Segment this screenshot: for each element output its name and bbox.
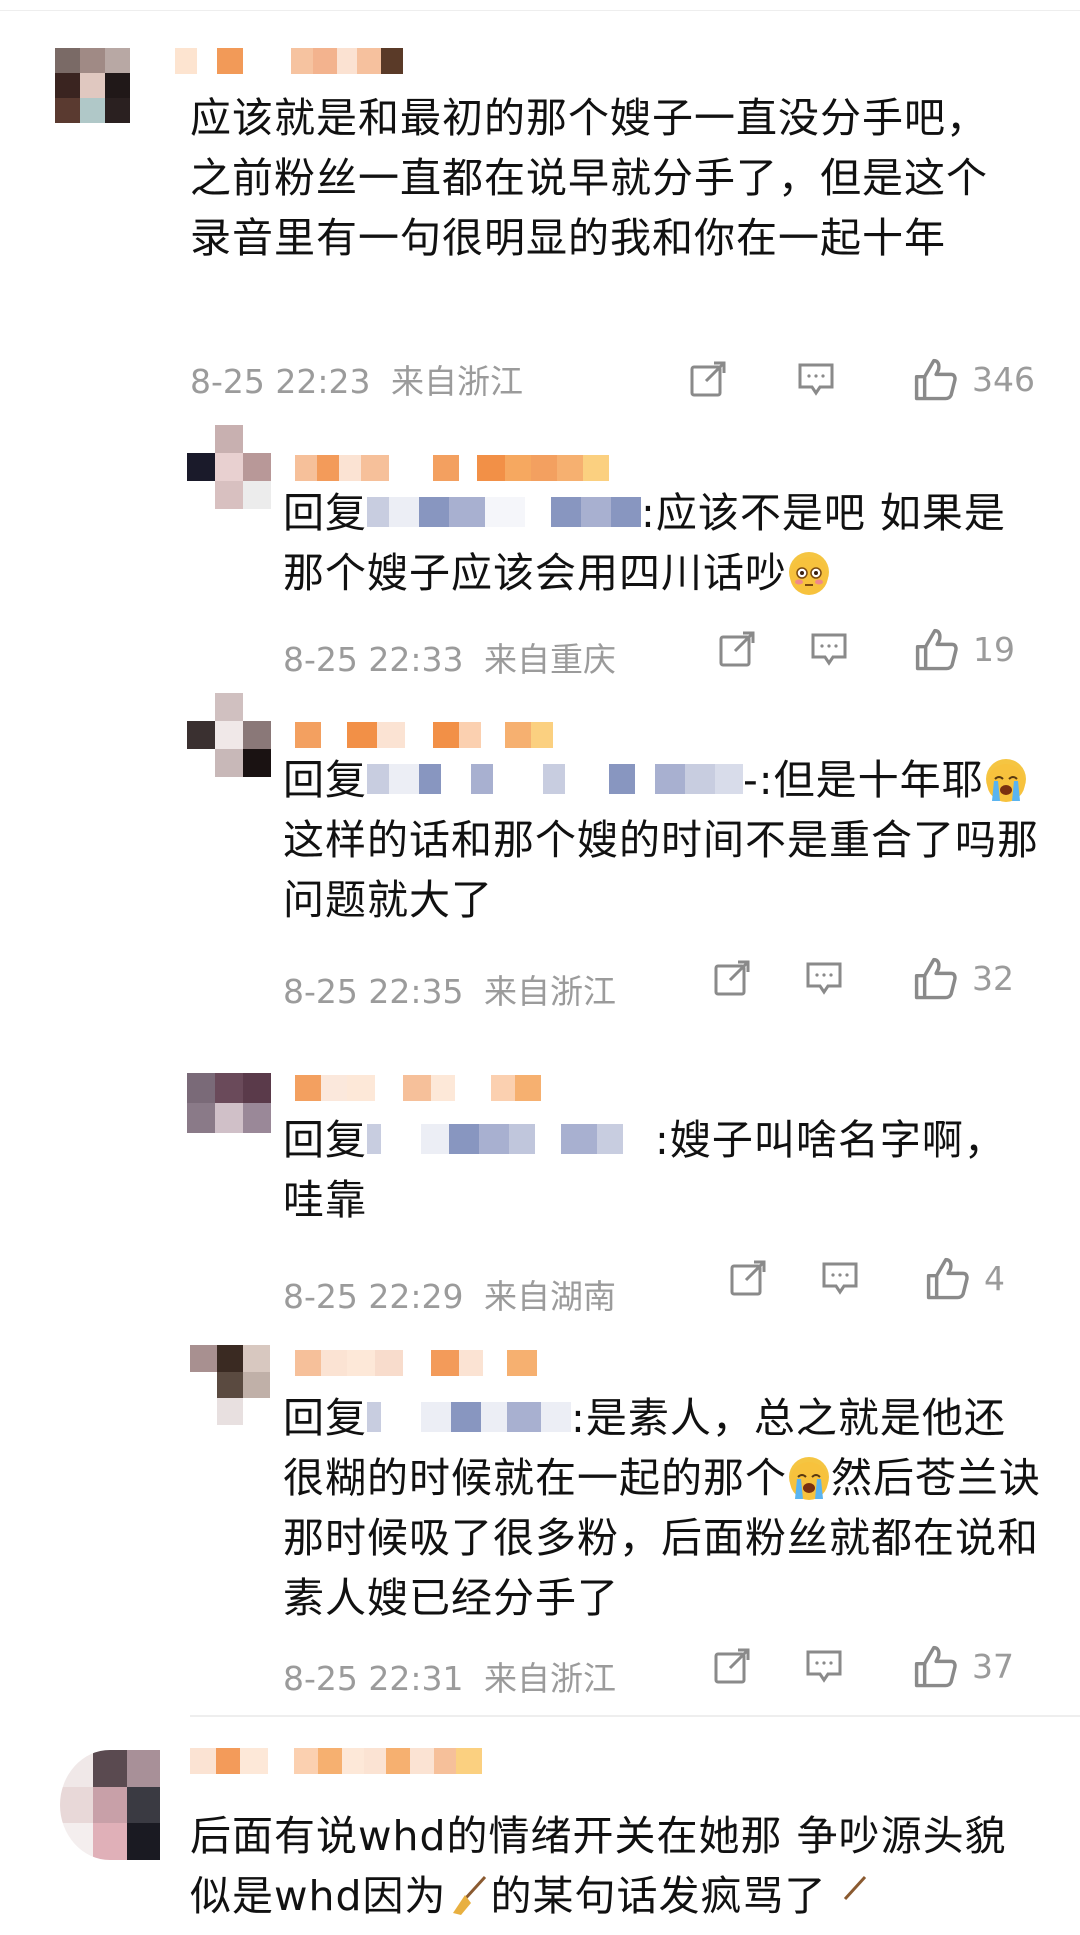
thumbs-up-icon[interactable]: [912, 955, 958, 1001]
comment-actions: 346: [688, 356, 1035, 402]
thumbs-up-icon[interactable]: [912, 1643, 958, 1689]
reply-time: 8-25 22:29: [283, 1277, 464, 1316]
reply-prefix: 回复: [283, 1116, 367, 1164]
reply-text-content-a: -:但是十年耶: [743, 756, 984, 804]
comment-icon[interactable]: [804, 1646, 844, 1686]
reply-meta: 8-25 22:35 来自浙江: [283, 965, 616, 1013]
reply-prefix: 回复: [283, 756, 367, 804]
flushed-face-icon: [789, 552, 829, 595]
avatar[interactable]: [187, 1073, 271, 1133]
comment-icon[interactable]: [804, 958, 844, 998]
broom-icon: [843, 1875, 866, 1901]
username-blurred[interactable]: [190, 1748, 482, 1774]
avatar[interactable]: [187, 425, 271, 509]
username-blurred[interactable]: [175, 48, 403, 74]
avatar[interactable]: [190, 1345, 270, 1425]
like-count: 19: [973, 629, 1015, 669]
thumbs-up-icon[interactable]: [913, 626, 959, 672]
reply-prefix: 回复: [283, 489, 367, 537]
reply-prefix: 回复: [283, 1394, 367, 1442]
share-icon[interactable]: [688, 359, 728, 399]
comment-icon[interactable]: [820, 1258, 860, 1298]
reply-meta: 8-25 22:31 来自浙江: [283, 1652, 616, 1700]
comment-text: 应该就是和最初的那个嫂子一直没分手吧，之前粉丝一直都在说早就分手了，但是这个录音…: [190, 88, 1010, 268]
blurred-username-mention[interactable]: [367, 1124, 655, 1154]
username-blurred[interactable]: [295, 722, 553, 748]
comment-text-content: 应该就是和最初的那个嫂子一直没分手吧，之前粉丝一直都在说早就分手了，但是这个录音…: [190, 94, 988, 262]
broom-icon: [452, 1875, 486, 1915]
reply-text: 回复:应该不是吧 如果是那个嫂子应该会用四川话吵: [283, 483, 1043, 603]
reply-location: 来自浙江: [484, 1659, 616, 1698]
reply-time: 8-25 22:33: [283, 640, 464, 679]
comment-text: 后面有说whd的情绪开关在她那 争吵源头貌似是whd因为 的某句话发疯骂了: [190, 1806, 1040, 1926]
share-icon[interactable]: [712, 1646, 752, 1686]
loudly-crying-face-icon: [985, 759, 1026, 802]
username-blurred[interactable]: [295, 455, 609, 481]
share-icon[interactable]: [712, 958, 752, 998]
reply-actions: 32: [712, 955, 1014, 1001]
reply-location: 来自重庆: [484, 640, 616, 679]
like-count: 4: [984, 1258, 1005, 1298]
comment-icon[interactable]: [796, 359, 836, 399]
reply-actions: 4: [728, 1255, 1005, 1301]
reply-text: 回复:是素人，总之就是他还很糊的时候就在一起的那个 然后苍兰诀那时候吸了很多粉，后…: [283, 1388, 1043, 1628]
reply-location: 来自浙江: [484, 972, 616, 1011]
reply-time: 8-25 22:31: [283, 1659, 464, 1698]
comment-divider: [190, 1715, 1080, 1717]
avatar[interactable]: [55, 48, 130, 123]
reply-meta: 8-25 22:29 来自湖南: [283, 1270, 616, 1318]
reply-actions: 37: [712, 1643, 1014, 1689]
reply-meta: 8-25 22:33 来自重庆: [283, 633, 616, 681]
reply-text: 回复 -:但是十年耶这样的话和那个嫂的时间不是重合了吗那问题就大了: [283, 750, 1063, 930]
share-icon[interactable]: [728, 1258, 768, 1298]
share-icon[interactable]: [717, 629, 757, 669]
like-count: 37: [972, 1646, 1014, 1686]
avatar[interactable]: [187, 693, 271, 777]
comment-time: 8-25 22:23: [190, 362, 371, 401]
reply-text: 回复:嫂子叫啥名字啊，哇靠: [283, 1110, 1043, 1230]
reply-text-content-b: 这样的话和那个嫂的时间不是重合了吗那问题就大了: [283, 816, 1039, 924]
thumbs-up-icon[interactable]: [924, 1255, 970, 1301]
avatar[interactable]: [60, 1750, 160, 1860]
username-blurred[interactable]: [295, 1075, 541, 1101]
loudly-crying-face-icon: [789, 1457, 829, 1500]
reply-location: 来自湖南: [484, 1277, 616, 1316]
blurred-username-mention[interactable]: [367, 1402, 571, 1432]
comment-meta: 8-25 22:23 来自浙江: [190, 355, 523, 403]
reply-time: 8-25 22:35: [283, 972, 464, 1011]
like-count: 346: [972, 359, 1035, 399]
blurred-username-mention[interactable]: [367, 764, 743, 794]
comment-text-content-b: 的某句话发疯骂了: [490, 1872, 827, 1920]
comment-icon[interactable]: [809, 629, 849, 669]
reply-actions: 19: [717, 626, 1015, 672]
blurred-username-mention[interactable]: [367, 497, 641, 527]
comment-location: 来自浙江: [391, 362, 523, 401]
username-blurred[interactable]: [295, 1350, 537, 1376]
thumbs-up-icon[interactable]: [912, 356, 958, 402]
like-count: 32: [972, 958, 1014, 998]
top-divider: [0, 10, 1080, 11]
